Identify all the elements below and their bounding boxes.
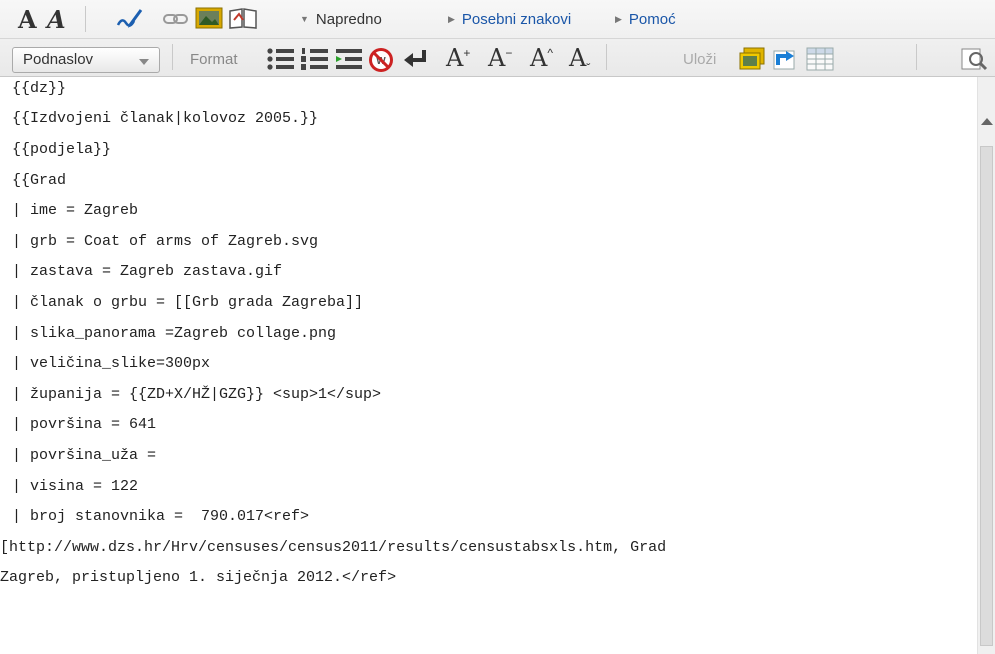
code-line: | zastava = Zagreb zastava.gif [12,263,283,280]
font-smaller-letter: A [488,44,506,72]
subscript-button[interactable]: Aˇ [569,44,590,75]
editor-toolbar: A A ▼ Napredno ▶ Posebni znakovi ▶ Pomoć… [0,0,995,77]
font-bigger-button[interactable]: A+ [446,44,470,72]
redirect-icon[interactable] [772,47,798,71]
code-line: | članak o grbu = [[Grb grada Zagreba]] [12,294,364,311]
menu-posebni-znakovi-label: Posebni znakovi [461,11,572,28]
font-smaller-mark: − [505,46,513,60]
menu-napredno[interactable]: ▼ Napredno [300,11,382,28]
nowiki-icon[interactable]: W [367,46,395,74]
font-smaller-button[interactable]: A− [488,44,512,72]
code-line: [http://www.dzs.hr/Hrv/censuses/census20… [0,539,667,556]
toolbar-primary-row: A A ▼ Napredno ▶ Posebni znakovi ▶ Pomoć [0,0,995,39]
scrollbar-thumb[interactable] [980,146,993,646]
image-icon[interactable] [195,6,223,30]
menu-pomoc-label: Pomoć [628,11,676,28]
menu-pomoc[interactable]: ▶ Pomoć [615,11,676,28]
code-line: | površina = 641 [12,416,157,433]
menu-napredno-label: Napredno [315,11,382,28]
subscript-mark: ˇ [586,60,591,75]
table-icon[interactable] [806,47,834,71]
bold-button[interactable]: A [18,5,37,34]
code-line: | slika_panorama =Zagreb collage.png [12,325,337,342]
triangle-right-icon: ▶ [615,14,622,24]
heading-select-value: Podnaslov [23,51,94,68]
bulleted-list-icon[interactable] [266,46,296,72]
scroll-up-arrow-icon[interactable] [981,118,993,125]
code-line: | površina_uža = [12,447,157,464]
toolbar-divider [606,44,607,70]
code-line: | broj stanovnika = 790.017<ref> [12,508,310,525]
code-line: {{dz}} [12,80,67,97]
code-line: | visina = 122 [12,478,139,495]
font-bigger-mark: + [463,46,471,60]
link-icon[interactable] [163,12,189,26]
triangle-down-icon: ▼ [300,14,309,24]
toolbar-divider [916,44,917,70]
wikitext-textarea[interactable]: {{dz}} {{Izdvojeni članak|kolovoz 2005.}… [0,77,976,654]
subscript-letter: A [569,44,587,72]
menu-posebni-znakovi[interactable]: ▶ Posebni znakovi [448,11,571,28]
book-icon[interactable] [228,6,258,30]
superscript-mark: ^ [547,46,553,60]
toolbar-divider [85,6,86,32]
triangle-right-icon: ▶ [448,14,455,24]
font-bigger-letter: A [446,44,464,72]
chevron-down-icon [139,59,149,65]
toolbar-divider [172,44,173,70]
numbered-list-icon[interactable] [300,46,330,72]
signature-icon[interactable] [116,7,144,31]
code-line: | veličina_slike=300px [12,355,211,372]
italic-button[interactable]: A [47,5,66,34]
gallery-icon[interactable] [738,47,766,71]
newline-icon[interactable] [402,48,430,70]
wiki-editor: A A ▼ Napredno ▶ Posebni znakovi ▶ Pomoć… [0,0,995,654]
code-line: Zagreb, pristupljeno 1. siječnja 2012.</… [0,569,397,586]
heading-select[interactable]: Podnaslov [12,47,160,73]
code-line: {{Grad [12,172,67,189]
code-line: {{Izdvojeni članak|kolovoz 2005.}} [12,110,319,127]
superscript-letter: A [530,44,548,72]
code-line: | grb = Coat of arms of Zagreb.svg [12,233,319,250]
code-line: | županija = {{ZD+X/HŽ|GZG}} <sup>1</sup… [12,386,382,403]
superscript-button[interactable]: A^ [530,44,553,72]
format-group-label: Format [190,51,238,68]
indent-list-icon[interactable] [334,46,364,72]
search-replace-icon[interactable] [958,46,988,72]
code-line: | ime = Zagreb [12,202,139,219]
insert-group-label: Uloži [683,51,717,68]
code-line: {{podjela}} [12,141,112,158]
